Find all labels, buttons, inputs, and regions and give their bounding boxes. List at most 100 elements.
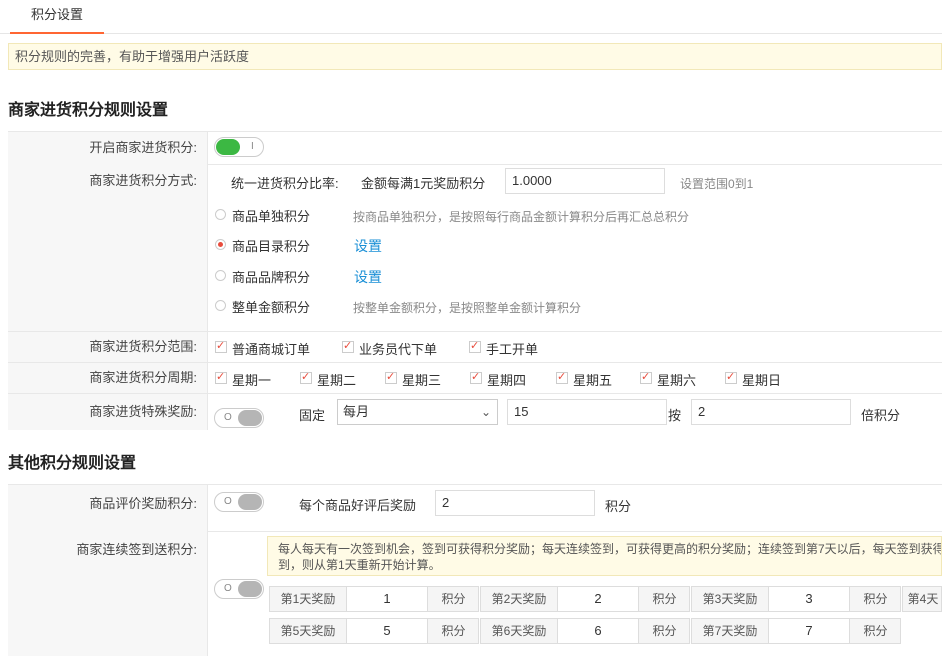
weekday-label: 星期日 (742, 373, 782, 388)
day-value-input[interactable]: 1 (346, 587, 428, 611)
chevron-down-icon: ⌄ (480, 405, 491, 419)
day-input[interactable]: 15 (507, 399, 667, 425)
per-yuan-label: 金额每满1元奖励积分 (361, 176, 486, 191)
unified-label: 统一进货积分比率: (231, 176, 339, 191)
checkbox-sunday[interactable] (725, 370, 737, 384)
brand-settings-link[interactable]: 设置 (354, 267, 382, 287)
day-value-input[interactable]: 5 (346, 619, 428, 643)
multiplier-input[interactable]: 2 (691, 399, 851, 425)
radio-product-catalog[interactable] (215, 239, 226, 250)
tab-points-settings[interactable]: 积分设置 (10, 6, 104, 34)
checkbox-friday[interactable] (556, 370, 568, 384)
day-reward-5: 第5天奖励 5 积分 (269, 618, 479, 644)
day-unit: 积分 (441, 592, 466, 606)
row-cycle: 商家进货积分周期: 星期一 星期二 星期三 星期四 星期五 星期六 星期日 (8, 363, 942, 394)
day-value-input[interactable]: 6 (557, 619, 639, 643)
toggle-knob (238, 494, 262, 510)
review-text: 每个商品好评后奖励 (299, 498, 417, 513)
day-value-input[interactable]: 2 (557, 587, 639, 611)
review-unit: 积分 (605, 499, 632, 514)
row-special: 商家进货特殊奖励: O 固定 每月 ⌄ 15 按 2 倍积分 (8, 394, 942, 430)
checkbox-wednesday[interactable] (385, 370, 397, 384)
toggle-mark: O (224, 412, 232, 423)
radio-product-brand[interactable] (215, 270, 226, 281)
day-reward-6: 第6天奖励 6 积分 (480, 618, 690, 644)
option-label: 商品目录积分 (232, 239, 311, 254)
review-label: 商品评价奖励积分: (8, 485, 208, 531)
tab-bar: 积分设置 (0, 0, 942, 34)
row-method: 商家进货积分方式: 统一进货积分比率: 金额每满1元奖励积分 1.0000 设置… (8, 164, 942, 332)
day-reward-7: 第7天奖励 7 积分 (691, 618, 901, 644)
option-label: 整单金额积分 (232, 300, 311, 315)
section-title-merchant: 商家进货积分规则设置 (8, 102, 169, 119)
section-title-other: 其他积分规则设置 (8, 455, 137, 472)
review-points-input[interactable]: 2 (435, 490, 595, 516)
signin-info-line: 每人每天有一次签到机会，签到可获得积分奖励；每天连续签到，可获得更高的积分奖励；… (278, 542, 942, 556)
option-hint: 按商品单独积分，是按照每行商品金额计算积分后再汇总总积分 (353, 210, 690, 224)
scope-item: 业务员代下单 (359, 342, 438, 357)
enable-label: 开启商家进货积分: (8, 132, 208, 164)
times-unit: 倍积分 (861, 408, 901, 423)
fixed-label: 固定 (299, 408, 326, 423)
cycle-label: 商家进货积分周期: (8, 363, 208, 393)
row-enable: 开启商家进货积分: I (8, 131, 942, 165)
signin-label: 商家连续签到送积分: (8, 531, 208, 656)
special-label: 商家进货特殊奖励: (8, 394, 208, 430)
signin-toggle[interactable]: O (214, 579, 264, 599)
checkbox-tuesday[interactable] (300, 370, 312, 384)
weekday-label: 星期三 (402, 373, 442, 388)
enable-toggle[interactable]: I (214, 137, 264, 157)
ratio-input[interactable]: 1.0000 (505, 168, 665, 194)
option-label: 商品品牌积分 (232, 270, 311, 285)
radio-order-amount[interactable] (215, 300, 226, 311)
day-value-input[interactable]: 7 (768, 619, 850, 643)
day-value-input[interactable]: 3 (768, 587, 850, 611)
weekday-label: 星期一 (232, 373, 272, 388)
day-label: 第7天奖励 (702, 624, 758, 638)
option-hint: 按整单金额积分，是按照整单金额计算积分 (353, 301, 582, 315)
scope-item: 手工开单 (486, 342, 539, 357)
method-label: 商家进货积分方式: (8, 164, 208, 331)
day-reward-4: 第4天 (902, 586, 942, 612)
day-unit: 积分 (652, 592, 677, 606)
day-unit: 积分 (863, 624, 888, 638)
checkbox-mall-order[interactable] (215, 339, 227, 353)
toggle-mark: I (251, 141, 254, 152)
row-scope: 商家进货积分范围: 普通商城订单 业务员代下单 手工开单 (8, 332, 942, 363)
weekday-label: 星期四 (487, 373, 527, 388)
option-label: 商品单独积分 (232, 209, 311, 224)
weekday-label: 星期五 (573, 373, 613, 388)
weekday-label: 星期二 (317, 373, 357, 388)
toggle-knob (238, 410, 262, 426)
period-value: 每月 (343, 404, 370, 419)
catalog-settings-link[interactable]: 设置 (354, 236, 382, 256)
day-unit: 积分 (652, 624, 677, 638)
row-signin: 商家连续签到送积分: O 每人每天有一次签到机会，签到可获得积分奖励；每天连续签… (8, 531, 942, 656)
review-toggle[interactable]: O (214, 492, 264, 512)
scope-label: 商家进货积分范围: (8, 332, 208, 362)
day-label: 第6天奖励 (491, 624, 547, 638)
checkbox-saturday[interactable] (640, 370, 652, 384)
by-label: 按 (668, 408, 682, 423)
checkbox-salesman-order[interactable] (342, 339, 354, 353)
row-review: 商品评价奖励积分: O 每个商品好评后奖励 2 积分 (8, 484, 942, 532)
day-label: 第5天奖励 (280, 624, 336, 638)
day-reward-2: 第2天奖励 2 积分 (480, 586, 690, 612)
signin-info-box: 每人每天有一次签到机会，签到可获得积分奖励；每天连续签到，可获得更高的积分奖励；… (267, 536, 942, 576)
ratio-hint: 设置范围0到1 (680, 177, 754, 191)
checkbox-monday[interactable] (215, 370, 227, 384)
weekday-label: 星期六 (657, 373, 697, 388)
checkbox-thursday[interactable] (470, 370, 482, 384)
toggle-mark: O (224, 583, 232, 594)
special-toggle[interactable]: O (214, 408, 264, 428)
day-reward-1: 第1天奖励 1 积分 (269, 586, 479, 612)
day-label: 第4天 (907, 592, 939, 606)
radio-product-individual[interactable] (215, 209, 226, 220)
day-unit: 积分 (441, 624, 466, 638)
day-unit: 积分 (863, 592, 888, 606)
period-select[interactable]: 每月 ⌄ (337, 399, 498, 425)
day-label: 第1天奖励 (280, 592, 336, 606)
scope-item: 普通商城订单 (232, 342, 311, 357)
notice-banner: 积分规则的完善，有助于增强用户活跃度 (8, 43, 942, 70)
checkbox-manual-order[interactable] (469, 339, 481, 353)
